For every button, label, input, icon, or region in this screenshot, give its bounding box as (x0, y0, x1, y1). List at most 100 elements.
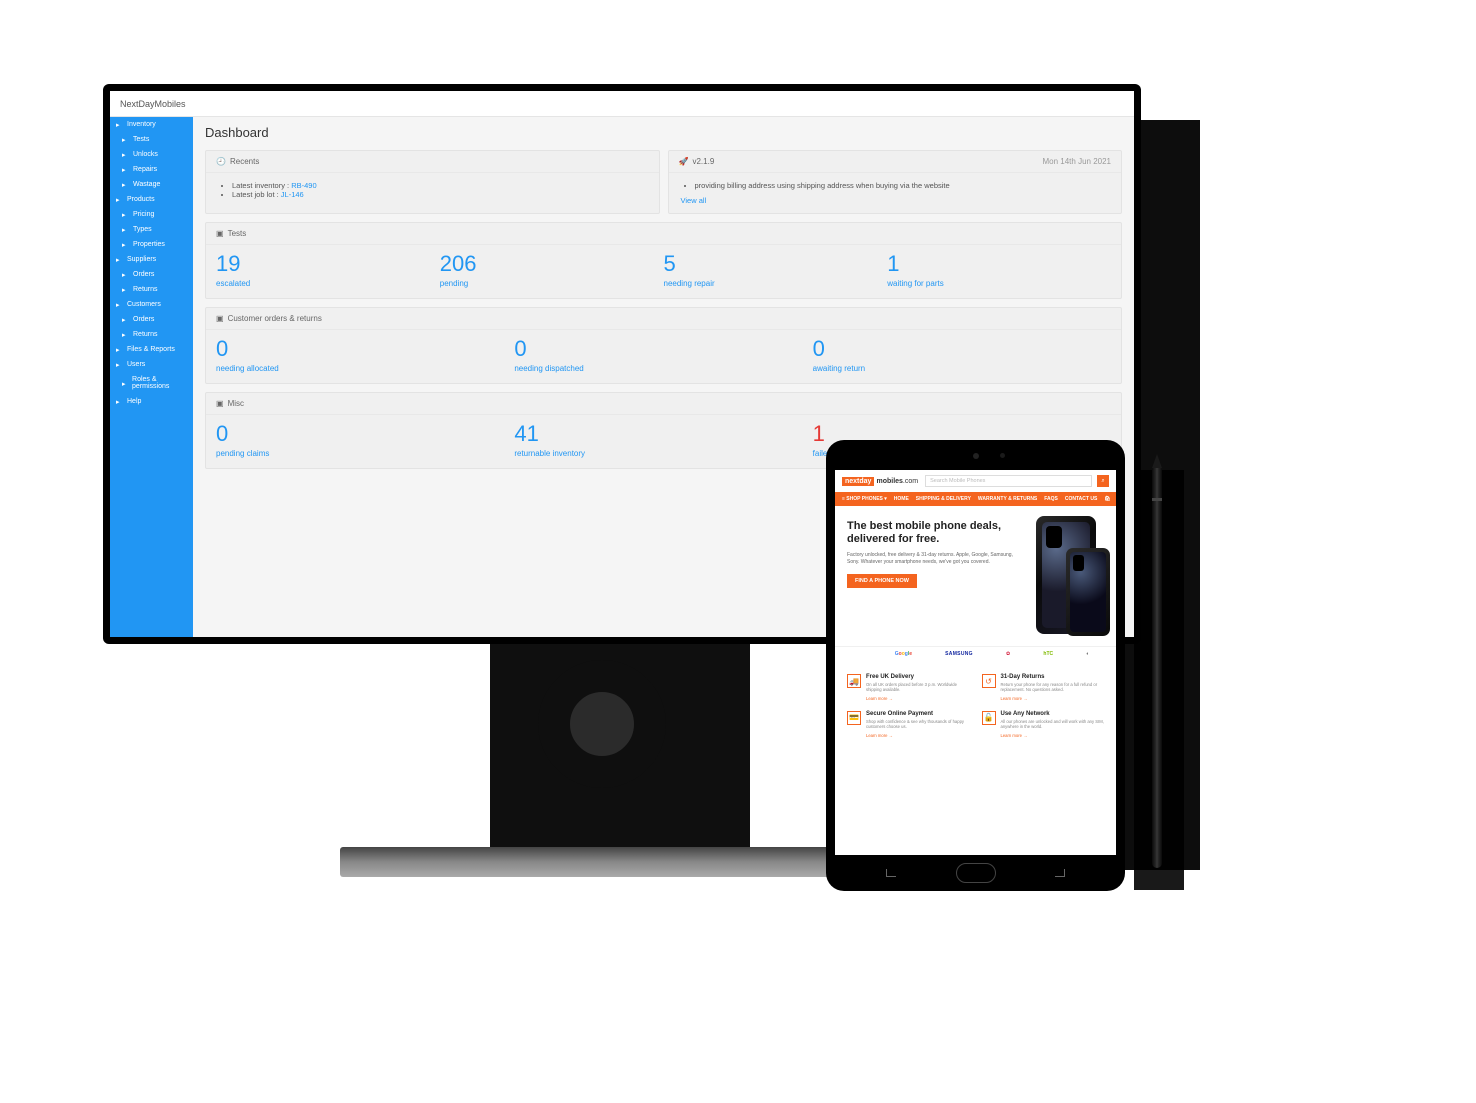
feature-icon: 💳 (847, 711, 861, 725)
cart-icon[interactable]: 🛍 (1104, 496, 1110, 502)
sidebar-item-users[interactable]: ▸Users (110, 357, 193, 372)
nav-item[interactable]: ≡ SHOP PHONES ▾ (842, 496, 887, 502)
sidebar-item-returns[interactable]: ▸Returns (110, 282, 193, 297)
nav-icon: ▸ (116, 361, 123, 368)
nav-icon: ▸ (116, 121, 123, 128)
sidebar-item-orders[interactable]: ▸Orders (110, 267, 193, 282)
sidebar-item-types[interactable]: ▸Types (110, 222, 193, 237)
brand-label: NextDayMobiles (120, 99, 186, 109)
feature-title: 31-Day Returns (1001, 674, 1105, 680)
tablet-screen: nextday mobiles.com Search Mobile Phones… (835, 470, 1116, 855)
sidebar-item-products[interactable]: ▸Products (110, 192, 193, 207)
stat-card[interactable]: 0 needing dispatched (514, 336, 812, 373)
nav-icon: ▸ (122, 211, 129, 218)
feature-card: 💳Secure Online PaymentShop with confiden… (841, 706, 976, 743)
site-logo[interactable]: nextday mobiles.com (842, 477, 920, 486)
recents-list: Latest inventory : RB-490Latest job lot … (218, 181, 647, 199)
stat-value: 1 (887, 251, 1111, 277)
brand-google[interactable]: Google (895, 651, 912, 657)
phone-small (1066, 548, 1110, 636)
section-panel: ▣Customer orders & returns0needing alloc… (205, 307, 1122, 384)
feature-text: Shop with confidence & see why thousands… (866, 719, 970, 730)
site-nav: ≡ SHOP PHONES ▾ HOME SHIPPING & DELIVERY WA… (835, 492, 1116, 506)
rocket-icon: 🚀 (679, 157, 689, 166)
nav-icon: ▸ (122, 241, 129, 248)
tablet-back-icon[interactable] (886, 869, 896, 877)
stylus-body (1152, 468, 1162, 868)
feature-link[interactable]: Learn more → (866, 696, 970, 701)
stat-card[interactable]: 0pending claims (216, 421, 514, 458)
sidebar-item-suppliers[interactable]: ▸Suppliers (110, 252, 193, 267)
nav-icon: ▸ (122, 286, 129, 293)
tablet-recent-icon[interactable] (1055, 869, 1065, 877)
brand-sony[interactable]: ◐ (1086, 651, 1089, 657)
stat-card[interactable]: 1waiting for parts (887, 251, 1111, 288)
nav-item[interactable]: HOME (894, 496, 909, 502)
stat-card[interactable]: 0awaiting return (813, 336, 1111, 373)
sidebar-item-label: Unlocks (133, 151, 158, 158)
feature-link[interactable]: Learn more → (1001, 733, 1105, 738)
nav-icon: ▸ (116, 301, 123, 308)
sidebar-item-orders[interactable]: ▸Orders (110, 312, 193, 327)
sidebar-item-tests[interactable]: ▸Tests (110, 132, 193, 147)
cta-button[interactable]: FIND A PHONE NOW (847, 574, 917, 588)
feature-text: All our phones are unlocked and will wor… (1001, 719, 1105, 730)
sidebar-item-label: Files & Reports (127, 346, 175, 353)
stat-card[interactable]: 19escalated (216, 251, 440, 288)
sidebar-item-files-reports[interactable]: ▸Files & Reports (110, 342, 193, 357)
nav-icon: ▸ (122, 151, 129, 158)
nav-icon: ▸ (122, 331, 129, 338)
sidebar-item-unlocks[interactable]: ▸ Unlocks (110, 147, 193, 162)
feature-link[interactable]: Learn more → (866, 733, 970, 738)
sidebar-item-inventory[interactable]: ▸Inventory (110, 117, 193, 132)
stat-label: pending claims (216, 449, 514, 458)
stat-label: pending (440, 279, 664, 288)
view-all-link[interactable]: View all (681, 196, 707, 205)
tablet-camera (973, 453, 979, 459)
stat-card[interactable]: 5needing repair (664, 251, 888, 288)
brand-htc[interactable]: hTC (1043, 651, 1053, 657)
stat-value: 206 (440, 251, 664, 277)
nav-item[interactable]: SHIPPING & DELIVERY (916, 496, 971, 502)
stat-card[interactable]: 0needing allocated (216, 336, 514, 373)
stat-value: 0 (514, 336, 812, 362)
nav-item[interactable]: FAQS (1044, 496, 1058, 502)
feature-link[interactable]: Learn more → (1001, 696, 1105, 701)
search-icon: ⌕ (1101, 478, 1104, 485)
sidebar-item-repairs[interactable]: ▸ Repairs (110, 162, 193, 177)
feature-title: Free UK Delivery (866, 674, 970, 680)
sidebar-item-label: Tests (133, 136, 149, 143)
sidebar-item-wastage[interactable]: ▸Wastage (110, 177, 193, 192)
stat-label: needing allocated (216, 364, 514, 373)
sidebar-item-label: Products (127, 196, 155, 203)
search-input[interactable]: Search Mobile Phones (925, 475, 1092, 487)
nav-icon: ▸ (122, 316, 129, 323)
feature-text: On all UK orders placed before 3 p.m. Wo… (866, 682, 970, 693)
tablet-sensor (1000, 453, 1005, 458)
sidebar-item-customers[interactable]: ▸Customers (110, 297, 193, 312)
section-title: Customer orders & returns (228, 314, 322, 323)
site-header: nextday mobiles.com Search Mobile Phones… (835, 470, 1116, 492)
sidebar-item-help[interactable]: ▸Help (110, 394, 193, 409)
tablet-home-button[interactable] (956, 863, 996, 883)
sidebar-item-returns[interactable]: ▸Returns (110, 327, 193, 342)
sidebar-item-label: Repairs (133, 166, 157, 173)
stat-label: needing dispatched (514, 364, 812, 373)
search-button[interactable]: ⌕ (1097, 475, 1109, 487)
nav-item[interactable]: CONTACT US (1065, 496, 1097, 502)
stat-card[interactable]: 206 pending (440, 251, 664, 288)
sidebar-item-roles-permissions[interactable]: ▸Roles & permissions (110, 372, 193, 394)
stat-card[interactable]: 41returnable inventory (514, 421, 812, 458)
monitor-stand-hole (538, 660, 666, 788)
brand-samsung[interactable]: SAMSUNG (945, 651, 973, 657)
brand-huawei[interactable]: ✿ (1006, 651, 1010, 657)
stat-label: needing repair (664, 279, 888, 288)
recents-link[interactable]: RB-490 (291, 181, 316, 190)
nav-icon: ▸ (122, 166, 129, 173)
sidebar: ▸Inventory▸Tests▸Unlocks▸Repairs▸Wastage… (110, 117, 193, 637)
brand-strip: Google SAMSUNG ✿ hTC ◐ (835, 646, 1116, 661)
sidebar-item-properties[interactable]: ▸Properties (110, 237, 193, 252)
nav-item[interactable]: WARRANTY & RETURNS (978, 496, 1037, 502)
sidebar-item-pricing[interactable]: ▸Pricing (110, 207, 193, 222)
recents-link[interactable]: JL-146 (281, 190, 304, 199)
